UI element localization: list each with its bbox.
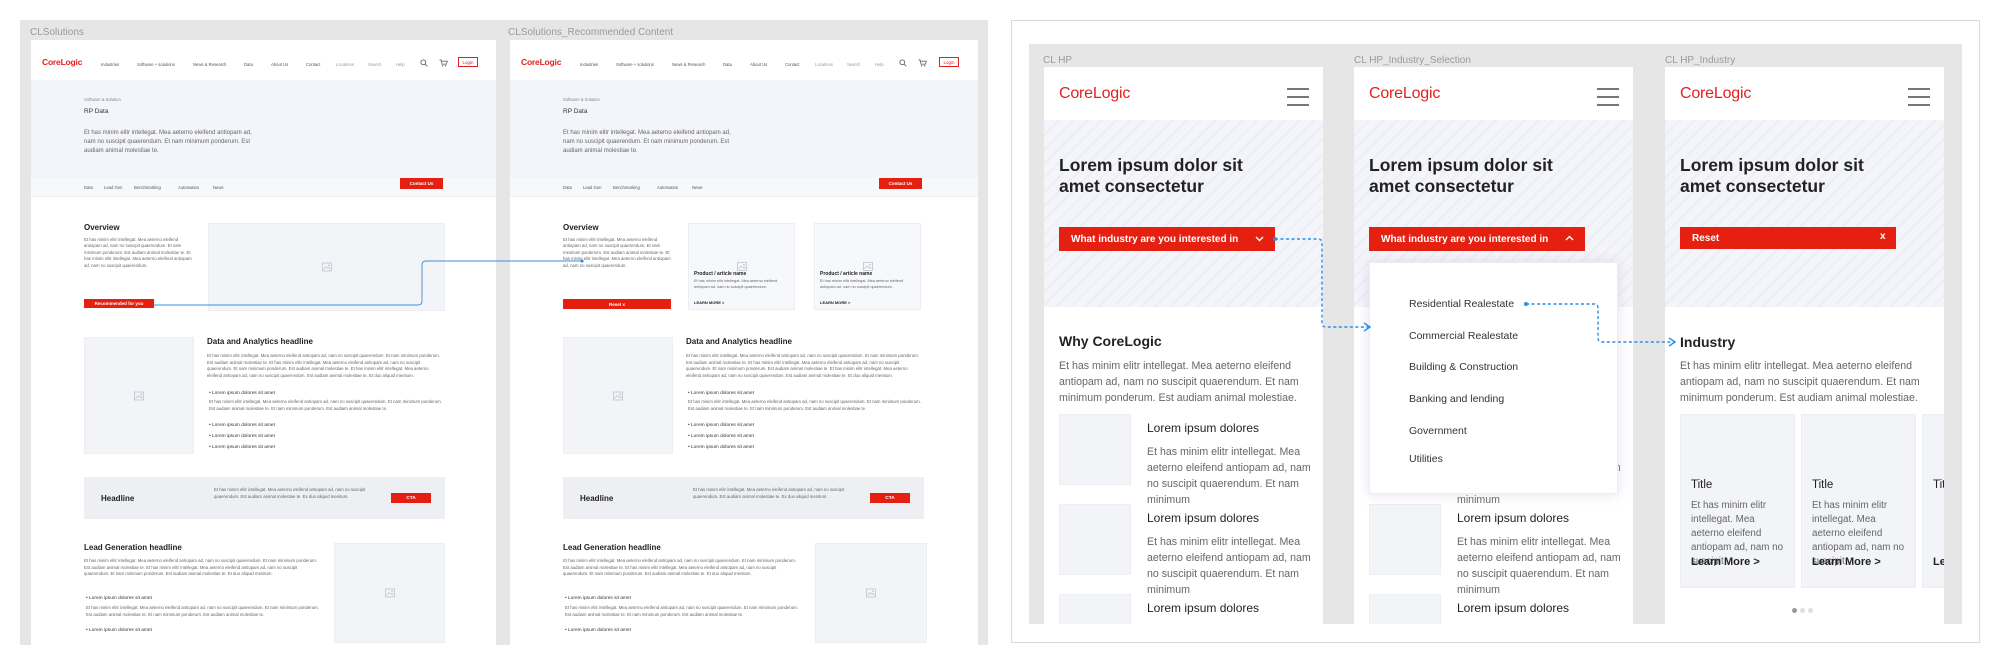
flow-connector-mobile — [1273, 237, 1677, 347]
flow-line-dropdown — [1275, 238, 1369, 328]
flow-start-dot — [1273, 237, 1277, 241]
design-canvas: CLSolutions CLSolutions_Recommended Cont… — [0, 0, 2000, 658]
flow-line-industry — [1526, 303, 1674, 343]
flow-start-dot — [1524, 302, 1528, 306]
